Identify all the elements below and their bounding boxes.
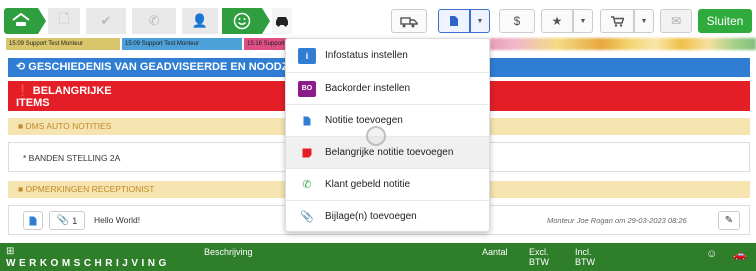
- ticket-item[interactable]: 15:16 Support: [244, 38, 286, 50]
- menu-item-infostatus[interactable]: i Infostatus instellen: [286, 40, 489, 71]
- menu-item-label: Backorder instellen: [325, 83, 411, 94]
- cart-button[interactable]: [600, 9, 634, 33]
- step-smiley[interactable]: [222, 8, 262, 34]
- werkomschrijving-header: ⊞ WERKOMSCHRIJVING Beschrijving Aantal E…: [0, 243, 756, 271]
- plus-icon[interactable]: ⊞: [6, 246, 14, 257]
- cart-dropdown-toggle[interactable]: ▼: [634, 9, 654, 33]
- important-title-line1: BELANGRIJKE: [32, 85, 112, 97]
- note-document-button[interactable]: [23, 211, 43, 230]
- menu-item-notitie[interactable]: Notitie toevoegen: [286, 105, 489, 136]
- tow-truck-icon: [400, 16, 418, 27]
- note-text: Hello World!: [94, 215, 141, 225]
- menu-item-backorder[interactable]: BO Backorder instellen: [286, 73, 489, 104]
- dms-note-text: * BANDEN STELLING 2A: [23, 153, 121, 163]
- favorites-dropdown-toggle[interactable]: ▼: [573, 9, 593, 33]
- note-meta: Monteur Joe Rogan om 29-03-2023 08:26: [547, 216, 687, 225]
- dollar-icon: $: [513, 14, 521, 28]
- garage-car-icon: [12, 13, 30, 26]
- paperclip-icon: 📎: [300, 211, 314, 223]
- menu-item-klant-gebeld[interactable]: ✆ Klant gebeld notitie: [286, 169, 489, 200]
- step-car[interactable]: [4, 8, 38, 34]
- check-icon: ✔: [100, 13, 112, 28]
- caret-down-icon: ▼: [640, 17, 648, 25]
- step-user-check[interactable]: 👤: [182, 8, 218, 34]
- document-icon: [298, 114, 316, 128]
- pricing-button[interactable]: $: [499, 9, 535, 33]
- menu-item-label: Notitie toevoegen: [325, 115, 403, 126]
- document-icon: [450, 16, 458, 26]
- sluiten-button[interactable]: Sluiten: [698, 9, 752, 33]
- menu-item-label: Klant gebeld notitie: [325, 179, 411, 190]
- col-incl-btw: BTW: [575, 257, 595, 267]
- history-icon: ⟲: [16, 61, 26, 73]
- smiley-icon[interactable]: ☺: [706, 248, 717, 260]
- edit-icon: ✎: [724, 215, 734, 226]
- phone-icon: ✆: [148, 13, 160, 28]
- document-icon: [29, 216, 37, 225]
- mail-button[interactable]: ✉: [660, 9, 692, 33]
- tow-truck-button[interactable]: [391, 9, 427, 33]
- caret-down-icon: ▼: [579, 17, 587, 25]
- step-car-dark[interactable]: [272, 8, 292, 34]
- notes-button[interactable]: [438, 9, 470, 33]
- col-excl-btw: BTW: [529, 257, 549, 267]
- menu-item-bijlage[interactable]: 📎 Bijlage(n) toevoegen: [286, 201, 489, 232]
- mail-icon: ✉: [670, 14, 682, 28]
- notes-dropdown-menu: i Infostatus instellen BO Backorder inst…: [285, 38, 490, 232]
- recept-title: OPMERKINGEN RECEPTIONIST: [25, 184, 155, 194]
- col-beschrijving: Beschrijving: [204, 247, 253, 257]
- star-icon: ★: [551, 14, 563, 28]
- ticket-strip-blurred: [490, 38, 756, 50]
- werk-title: WERKOMSCHRIJVING: [6, 258, 170, 269]
- note-red-icon: [298, 146, 316, 160]
- smiley-icon: [233, 12, 251, 30]
- history-title: GESCHIEDENIS VAN GEADVISEERDE EN NOODZ: [28, 61, 289, 73]
- step-phone[interactable]: ✆: [132, 8, 176, 34]
- attach-count: 1: [72, 215, 78, 226]
- col-aantal: Aantal: [482, 247, 508, 257]
- col-excl: Excl.: [529, 247, 549, 257]
- note-attachment-button[interactable]: 📎 1: [49, 211, 85, 230]
- caret-down-icon: ▼: [476, 17, 484, 25]
- car-icon[interactable]: 🚗: [733, 248, 747, 261]
- menu-item-label: Belangrijke notitie toevoegen: [325, 147, 454, 158]
- phone-icon: ✆: [302, 179, 312, 191]
- col-incl: Incl.: [575, 247, 592, 257]
- paperclip-icon: 📎: [56, 215, 70, 226]
- document-icon: 🗋: [58, 11, 70, 26]
- notes-dropdown-toggle[interactable]: ▼: [470, 9, 490, 33]
- menu-item-belangrijke-notitie[interactable]: Belangrijke notitie toevoegen: [286, 137, 489, 168]
- step-document[interactable]: 🗋: [48, 8, 80, 34]
- alert-circle-icon: ❗: [16, 85, 30, 97]
- info-icon: i: [298, 47, 316, 64]
- favorites-button[interactable]: ★: [541, 9, 573, 33]
- menu-item-label: Bijlage(n) toevoegen: [325, 211, 417, 222]
- square-icon: ■: [18, 121, 24, 131]
- dms-title: DMS AUTO NOTITIES: [25, 121, 112, 131]
- edit-note-button[interactable]: ✎: [718, 211, 740, 230]
- step-check[interactable]: ✔: [86, 8, 126, 34]
- top-toolbar: 🗋 ✔ ✆ 👤 ▼ $ ★ ▼ ▼ ✉ Sluiten: [0, 0, 756, 38]
- user-check-icon: 👤: [191, 13, 209, 28]
- square-icon: ■: [18, 184, 24, 194]
- bo-badge: BO: [298, 80, 316, 97]
- ticket-item[interactable]: 15:09 Support Test Monteur: [6, 38, 120, 50]
- cursor-indicator: [366, 126, 386, 146]
- ticket-item[interactable]: 15:09 Support Test Monteur: [122, 38, 242, 50]
- cart-icon: [610, 15, 624, 27]
- car-icon: [276, 17, 288, 27]
- menu-item-label: Infostatus instellen: [325, 50, 408, 61]
